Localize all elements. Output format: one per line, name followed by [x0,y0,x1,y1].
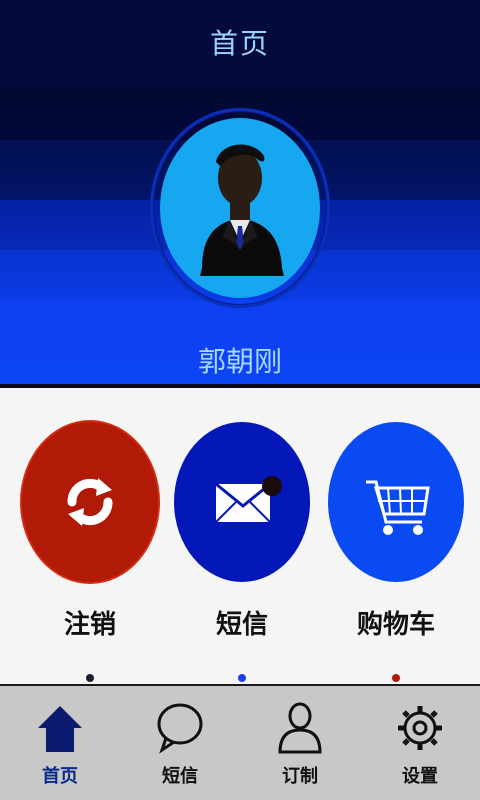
shopping-cart-icon [366,480,430,535]
home-icon [38,706,82,752]
tab-settings-label: 设置 [402,766,438,787]
tab-custom-label: 订制 [282,766,318,787]
logout-label: 注销 [63,610,116,640]
tab-sms-label: 短信 [162,766,198,787]
sms-button[interactable] [174,422,310,582]
avatar[interactable] [160,118,320,298]
logout-action[interactable]: 注销 [20,422,160,641]
action-panel: 注销 短信 购物车 [0,388,480,684]
refresh-icon [67,478,113,526]
logout-button[interactable] [22,422,158,582]
sms-label: 短信 [215,610,268,640]
speech-bubble-icon [157,703,203,754]
envelope-icon [215,476,282,523]
indicator-dot [86,674,94,682]
tab-custom[interactable]: 订制 [240,686,360,800]
user-name: 郭朝刚 [197,345,282,378]
cart-action[interactable]: 购物车 [326,422,466,641]
cart-button[interactable] [328,422,464,582]
person-icon [278,702,322,754]
indicator-dot [392,674,400,682]
bottom-tab-bar: 首页 短信 订制 设置 [0,684,480,800]
profile-header: 首页 郭朝刚 [0,0,480,388]
tab-settings[interactable]: 设置 [360,686,480,800]
user-silhouette-icon [200,144,284,276]
cart-label: 购物车 [356,610,435,640]
sms-action[interactable]: 短信 [172,422,312,641]
tab-home[interactable]: 首页 [0,686,120,800]
indicator-dot [238,674,246,682]
page-title: 首页 [209,27,270,60]
tab-sms[interactable]: 短信 [120,686,240,800]
gear-icon [398,706,442,750]
tab-home-label: 首页 [42,766,78,787]
